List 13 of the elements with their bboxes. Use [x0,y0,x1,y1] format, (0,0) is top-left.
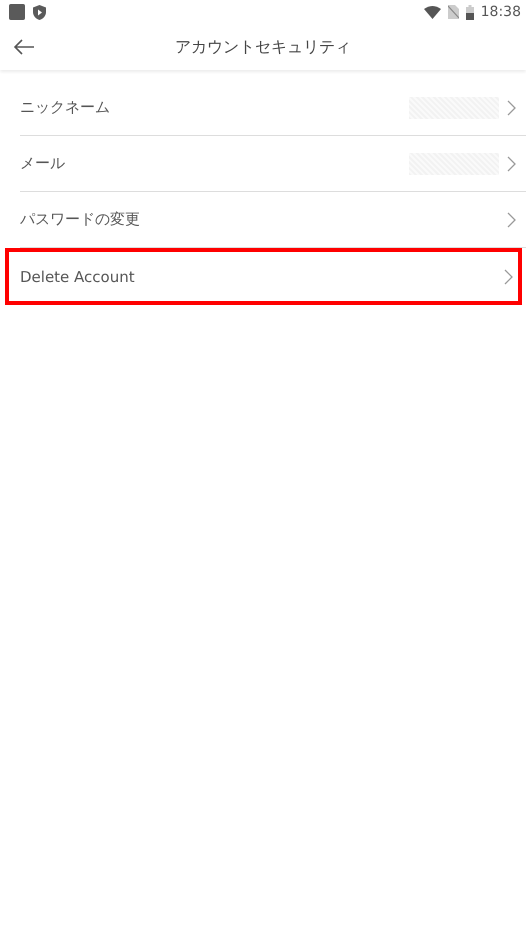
shield-icon [33,4,46,20]
chevron-icon [507,212,516,228]
chevron-icon [504,268,513,284]
settings-row[interactable]: Delete Account [5,248,522,305]
chevron-icon [507,156,516,172]
app-icon [9,4,25,20]
chevron-icon [507,100,516,116]
back-button[interactable] [13,39,35,55]
clock-time: 18:38 [480,4,521,20]
no-sim-icon [448,5,459,19]
battery-icon [466,4,474,20]
page-title: アカウントセキュリティ [175,36,351,56]
wifi-icon [424,6,441,18]
